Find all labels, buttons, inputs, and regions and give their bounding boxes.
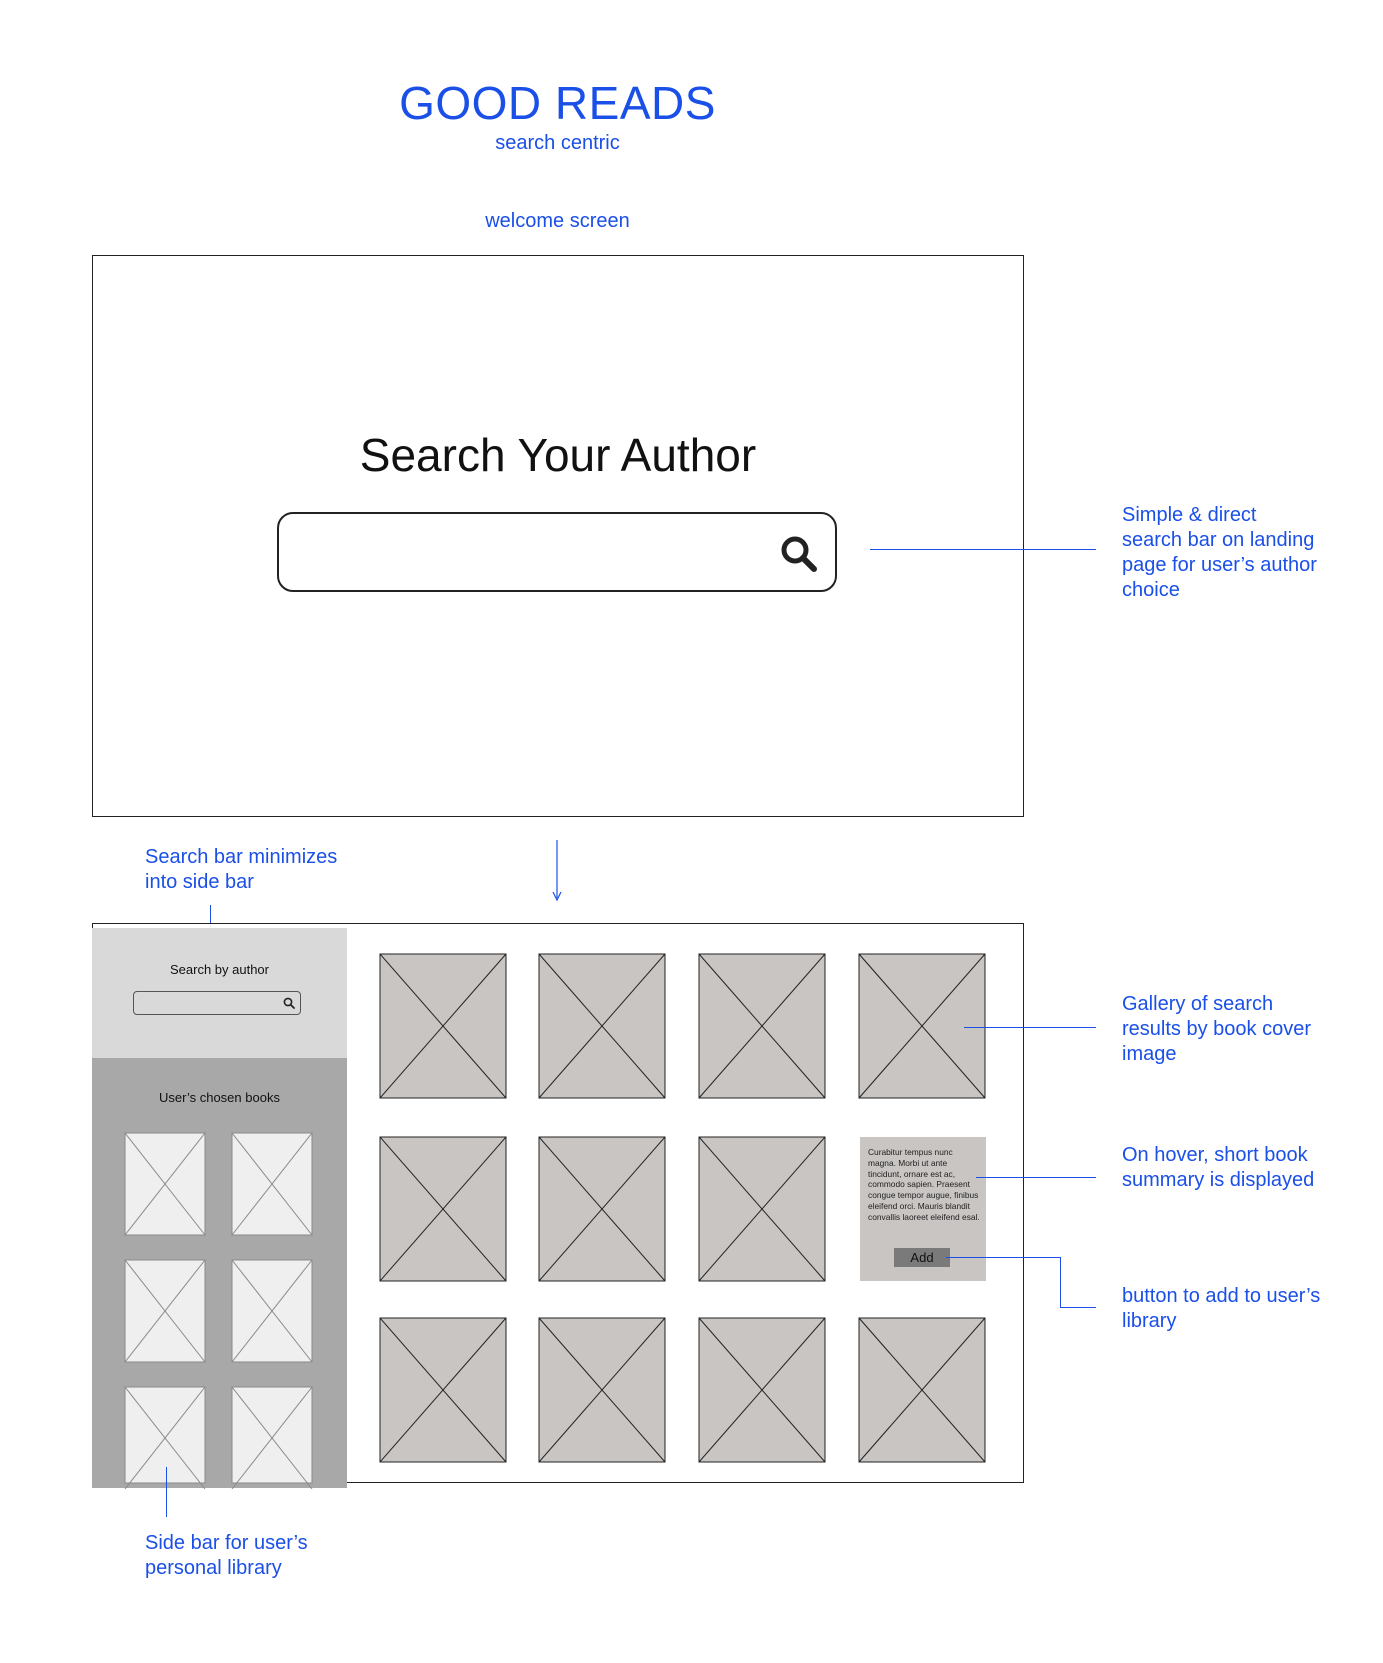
book-summary-text: Curabitur tempus nunc magna. Morbi ut an… <box>868 1147 980 1222</box>
add-to-library-button[interactable]: Add <box>894 1248 950 1267</box>
note-sidebar: Side bar for user’s personal library <box>145 1532 308 1579</box>
book-cover-placeholder <box>379 1317 507 1463</box>
book-cover-placeholder <box>698 953 826 1099</box>
connector-line <box>964 1027 1096 1028</box>
connector-line <box>166 1467 167 1517</box>
book-cover-placeholder <box>698 1136 826 1282</box>
book-cover-placeholder <box>858 953 986 1099</box>
note-hover: On hover, short book summary is displaye… <box>1122 1144 1315 1191</box>
book-cover-placeholder <box>538 1317 666 1463</box>
connector-line <box>976 1177 1096 1178</box>
connector-line <box>1060 1307 1096 1308</box>
book-cover-placeholder <box>698 1317 826 1463</box>
book-cover-placeholder <box>538 1136 666 1282</box>
book-cover-placeholder <box>379 953 507 1099</box>
note-add-button: button to add to user’s library <box>1122 1285 1321 1332</box>
book-hover-card[interactable]: Curabitur tempus nunc magna. Morbi ut an… <box>860 1137 986 1281</box>
connector-line <box>946 1257 1060 1258</box>
book-cover-placeholder <box>379 1136 507 1282</box>
gallery-grid <box>379 953 986 1463</box>
book-cover-placeholder <box>858 1317 986 1463</box>
connector-line <box>1060 1257 1061 1307</box>
book-cover-placeholder <box>538 953 666 1099</box>
note-gallery: Gallery of search results by book cover … <box>1122 993 1311 1065</box>
